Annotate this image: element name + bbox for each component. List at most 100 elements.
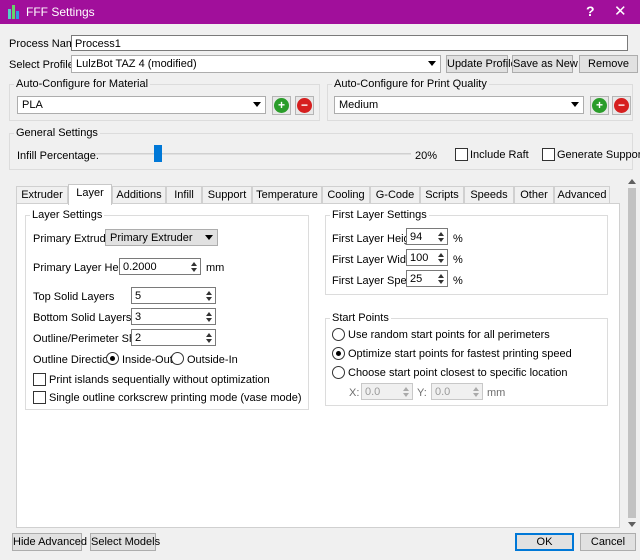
generate-support-checkbox[interactable] bbox=[542, 148, 555, 161]
profile-select[interactable]: LulzBot TAZ 4 (modified) bbox=[71, 55, 441, 73]
first-layer-height-spinner[interactable]: 94 bbox=[406, 228, 448, 245]
spinner-arrows-icon[interactable] bbox=[470, 385, 481, 398]
tab-advanced[interactable]: Advanced bbox=[554, 186, 610, 204]
select-models-button[interactable]: Select Models bbox=[90, 533, 160, 551]
add-material-button[interactable]: + bbox=[272, 96, 291, 115]
first-layer-width-unit: % bbox=[453, 254, 463, 266]
start-points-title: Start Points bbox=[330, 312, 391, 324]
tab-g-code[interactable]: G-Code bbox=[370, 186, 420, 204]
tab-additions[interactable]: Additions bbox=[112, 186, 166, 204]
cancel-button[interactable]: Cancel bbox=[580, 533, 636, 551]
tab-scripts[interactable]: Scripts bbox=[420, 186, 464, 204]
spinner-arrows-icon[interactable] bbox=[435, 230, 446, 243]
outline-direction-label: Outline Direction: bbox=[33, 354, 118, 366]
start-x-label: X: bbox=[349, 387, 360, 399]
tab-other[interactable]: Other bbox=[514, 186, 554, 204]
select-profile-label: Select Profile: bbox=[9, 59, 77, 71]
print-islands-label: Print islands sequentially without optim… bbox=[49, 374, 270, 386]
start-y-spinner[interactable]: 0.0 bbox=[431, 383, 483, 400]
first-layer-width-label: First Layer Width bbox=[332, 254, 416, 266]
quality-select[interactable]: Medium bbox=[334, 96, 584, 114]
app-icon bbox=[8, 5, 22, 19]
scroll-up-icon[interactable] bbox=[628, 179, 636, 184]
primary-layer-height-unit: mm bbox=[206, 262, 225, 274]
outside-in-label: Outside-In bbox=[187, 354, 238, 366]
close-button[interactable]: ✕ bbox=[614, 2, 627, 20]
first-layer-height-unit: % bbox=[453, 233, 463, 245]
remove-material-button[interactable]: − bbox=[295, 96, 314, 115]
start-y-label: Y: bbox=[417, 387, 427, 399]
plus-icon: + bbox=[592, 98, 607, 113]
spinner-arrows-icon[interactable] bbox=[203, 310, 214, 323]
window-title: FFF Settings bbox=[26, 5, 95, 19]
scrollbar-thumb[interactable] bbox=[628, 188, 636, 518]
start-x-spinner[interactable]: 0.0 bbox=[361, 383, 413, 400]
closest-start-label: Choose start point closest to specific l… bbox=[348, 367, 568, 379]
inside-out-label: Inside-Out bbox=[122, 354, 173, 366]
layer-settings-title: Layer Settings bbox=[30, 209, 105, 221]
inside-out-radio[interactable] bbox=[106, 352, 119, 365]
remove-quality-button[interactable]: − bbox=[612, 96, 631, 115]
first-layer-width-spinner[interactable]: 100 bbox=[406, 249, 448, 266]
start-x-value: 0.0 bbox=[365, 386, 381, 398]
tab-temperature[interactable]: Temperature bbox=[252, 186, 322, 204]
first-layer-settings-title: First Layer Settings bbox=[330, 209, 429, 221]
tab-infill[interactable]: Infill bbox=[166, 186, 202, 204]
bottom-solid-layers-value: 3 bbox=[135, 311, 142, 323]
top-solid-layers-spinner[interactable]: 5 bbox=[131, 287, 216, 304]
chevron-down-icon bbox=[571, 102, 579, 107]
tab-speeds[interactable]: Speeds bbox=[464, 186, 514, 204]
process-name-input[interactable]: Process1 bbox=[71, 35, 628, 51]
optimize-start-radio[interactable] bbox=[332, 347, 345, 360]
infill-slider-track[interactable] bbox=[95, 153, 411, 155]
include-raft-checkbox[interactable] bbox=[455, 148, 468, 161]
add-quality-button[interactable]: + bbox=[590, 96, 609, 115]
first-layer-width-value: 100 bbox=[410, 252, 429, 264]
tab-support[interactable]: Support bbox=[202, 186, 252, 204]
print-islands-checkbox[interactable] bbox=[33, 373, 46, 386]
save-as-new-button[interactable]: Save as New bbox=[512, 55, 578, 73]
start-y-value: 0.0 bbox=[435, 386, 451, 398]
first-layer-speed-value: 25 bbox=[410, 273, 423, 285]
outside-in-radio[interactable] bbox=[171, 352, 184, 365]
spinner-arrows-icon[interactable] bbox=[435, 272, 446, 285]
outline-shells-spinner[interactable]: 2 bbox=[131, 329, 216, 346]
bottom-solid-layers-spinner[interactable]: 3 bbox=[131, 308, 216, 325]
top-solid-layers-label: Top Solid Layers bbox=[33, 291, 115, 303]
include-raft-label: Include Raft bbox=[470, 149, 529, 161]
title-bar: FFF Settings ? ✕ bbox=[0, 0, 640, 24]
spinner-arrows-icon[interactable] bbox=[435, 251, 446, 264]
spinner-arrows-icon[interactable] bbox=[203, 289, 214, 302]
single-outline-checkbox[interactable] bbox=[33, 391, 46, 404]
primary-extruder-select[interactable]: Primary Extruder bbox=[105, 229, 218, 246]
primary-layer-height-spinner[interactable]: 0.2000 bbox=[119, 258, 201, 275]
single-outline-label: Single outline corkscrew printing mode (… bbox=[49, 392, 302, 404]
material-select[interactable]: PLA bbox=[17, 96, 266, 114]
spinner-arrows-icon[interactable] bbox=[203, 331, 214, 344]
minus-icon: − bbox=[614, 98, 629, 113]
first-layer-speed-unit: % bbox=[453, 275, 463, 287]
tab-layer[interactable]: Layer bbox=[68, 184, 112, 205]
chevron-down-icon bbox=[205, 235, 213, 240]
chevron-down-icon bbox=[253, 102, 261, 107]
vertical-scrollbar[interactable] bbox=[624, 176, 640, 530]
tab-extruder[interactable]: Extruder bbox=[16, 186, 68, 204]
random-start-radio[interactable] bbox=[332, 328, 345, 341]
closest-start-radio[interactable] bbox=[332, 366, 345, 379]
ok-button[interactable]: OK bbox=[515, 533, 574, 551]
tab-cooling[interactable]: Cooling bbox=[322, 186, 370, 204]
remove-profile-button[interactable]: Remove bbox=[579, 55, 638, 73]
infill-slider-thumb[interactable] bbox=[154, 145, 163, 162]
spinner-arrows-icon[interactable] bbox=[188, 260, 199, 273]
optimize-start-label: Optimize start points for fastest printi… bbox=[348, 348, 572, 360]
spinner-arrows-icon[interactable] bbox=[400, 385, 411, 398]
infill-percentage-label: Infill Percentage: bbox=[17, 150, 99, 162]
quality-group-title: Auto-Configure for Print Quality bbox=[332, 78, 489, 90]
chevron-down-icon bbox=[428, 61, 436, 66]
hide-advanced-button[interactable]: Hide Advanced bbox=[12, 533, 87, 551]
random-start-label: Use random start points for all perimete… bbox=[348, 329, 550, 341]
first-layer-speed-spinner[interactable]: 25 bbox=[406, 270, 448, 287]
update-profile-button[interactable]: Update Profile bbox=[446, 55, 517, 73]
scroll-down-icon[interactable] bbox=[628, 522, 636, 527]
help-button[interactable]: ? bbox=[586, 3, 595, 19]
